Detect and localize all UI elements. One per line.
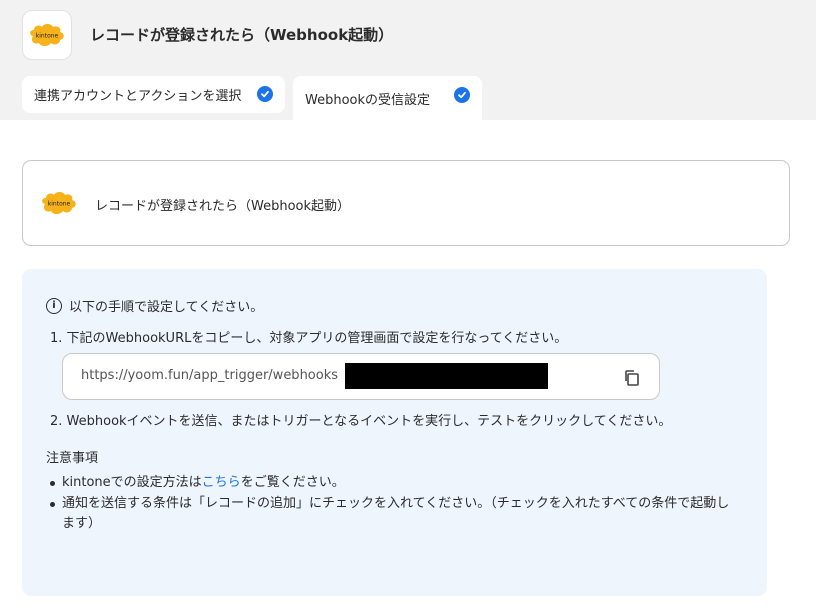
event-title: レコードが登録されたら（Webhook起動） bbox=[95, 199, 351, 214]
redacted-url-segment bbox=[345, 363, 548, 389]
note-item-2: 通知を送信する条件は「レコードの追加」にチェックを入れてください。（チェックを入… bbox=[50, 494, 742, 534]
tab-account-action[interactable]: 連携アカウントとアクションを選択 bbox=[22, 76, 285, 113]
copy-button[interactable] bbox=[621, 367, 643, 389]
instructions-panel: i 以下の手順で設定してください。 1. 下記のWebhookURLをコピーし、… bbox=[22, 269, 767, 596]
tab-label: 連携アカウントとアクションを選択 bbox=[34, 89, 242, 104]
webhook-url-field[interactable]: https://yoom.fun/app_trigger/webhooks bbox=[62, 353, 660, 400]
copy-icon bbox=[625, 370, 639, 386]
kintone-logo-icon: kintone bbox=[30, 24, 64, 46]
page-title: レコードが登録されたら（Webhook起動） bbox=[90, 26, 394, 44]
check-circle-icon bbox=[454, 87, 470, 103]
note-1-prefix: kintoneでの設定方法は bbox=[62, 475, 202, 490]
note-item-1: kintoneでの設定方法はこちらをご覧ください。 bbox=[50, 473, 345, 493]
check-circle-icon bbox=[257, 86, 273, 102]
kintone-setup-link[interactable]: こちら bbox=[202, 475, 241, 490]
kintone-logo-text: kintone bbox=[36, 33, 59, 40]
intro-text: 以下の手順で設定してください。 bbox=[69, 300, 264, 315]
kintone-logo-icon: kintone bbox=[42, 192, 76, 214]
notes-heading: 注意事項 bbox=[46, 451, 99, 466]
note-1-suffix: をご覧ください。 bbox=[240, 475, 345, 490]
tab-label: Webhookの受信設定 bbox=[305, 92, 431, 108]
webhook-url-text: https://yoom.fun/app_trigger/webhooks bbox=[81, 368, 339, 383]
step-1-text: 1. 下記のWebhookURLをコピーし、対象アプリの管理画面で設定を行なって… bbox=[50, 331, 568, 346]
instructions-intro: i 以下の手順で設定してください。 bbox=[46, 296, 263, 315]
step-2-text: 2. Webhookイベントを送信、またはトリガーとなるイベントを実行し、テスト… bbox=[50, 414, 672, 429]
kintone-logo-text: kintone bbox=[48, 201, 71, 208]
trigger-event-card: kintone レコードが登録されたら（Webhook起動） bbox=[22, 160, 790, 246]
app-logo: kintone bbox=[22, 10, 72, 60]
tab-webhook-settings[interactable]: Webhookの受信設定 bbox=[293, 76, 482, 120]
info-icon: i bbox=[46, 297, 62, 314]
